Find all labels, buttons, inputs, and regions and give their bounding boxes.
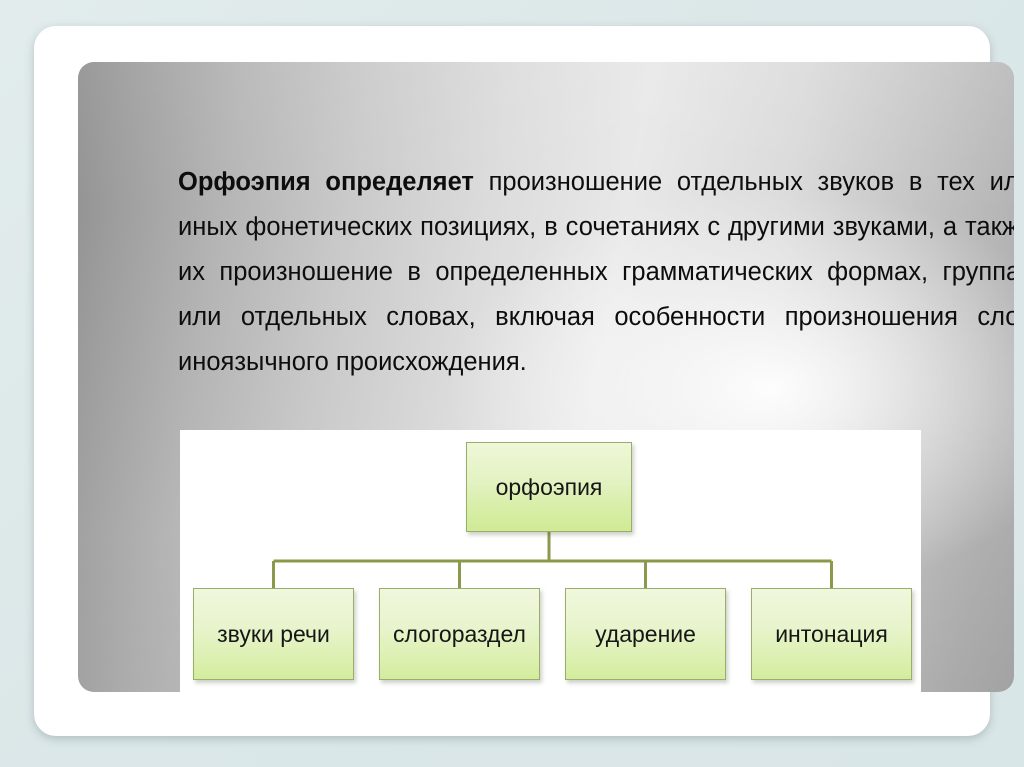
slide-frame: Орфоэпия определяет произношение отдельн…: [0, 0, 1024, 767]
diagram-node-intonaciya-label: интонация: [775, 620, 888, 647]
diagram-node-intonaciya: интонация: [751, 588, 912, 680]
diagram-node-root-label: орфоэпия: [495, 473, 603, 500]
diagram-node-root: орфоэпия: [466, 442, 632, 532]
diagram-node-udarenie-label: ударение: [595, 620, 696, 647]
paragraph-lead-phrase: Орфоэпия определяет: [178, 167, 474, 196]
diagram-node-slogorazdel-label: слогораздел: [393, 620, 526, 647]
diagram-node-zvuki-rechi: звуки речи: [193, 588, 354, 680]
diagram-node-slogorazdel: слогораздел: [379, 588, 540, 680]
slide-card: Орфоэпия определяет произношение отдельн…: [34, 26, 1014, 736]
paragraph-body-text: произношение отдельных звуков в тех или …: [178, 167, 1014, 376]
definition-paragraph: Орфоэпия определяет произношение отдельн…: [178, 160, 1014, 385]
diagram-node-udarenie: ударение: [565, 588, 726, 680]
diagram-node-zvuki-rechi-label: звуки речи: [217, 620, 330, 647]
diagram-panel: орфоэпия звуки речи слогораздел ударение…: [180, 430, 921, 692]
